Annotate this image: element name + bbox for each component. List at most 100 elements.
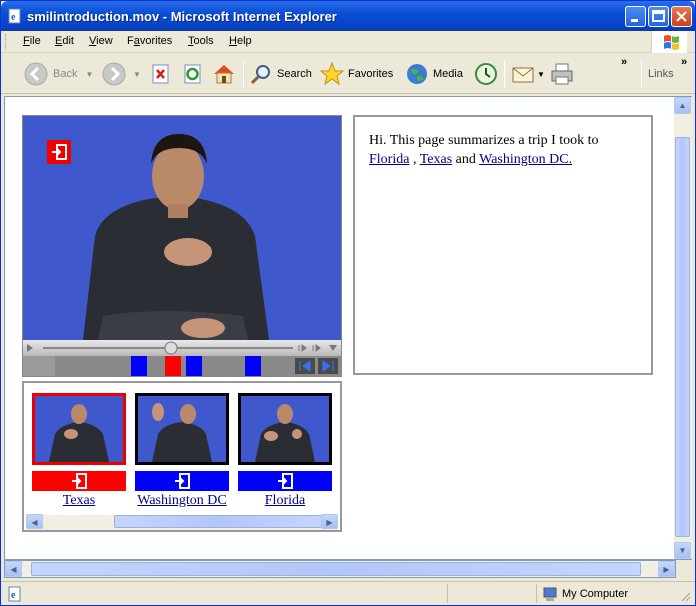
- page-status-icon: e: [8, 586, 21, 602]
- menu-bar: File Edit View Favorites Tools Help: [1, 31, 695, 53]
- star-icon: [319, 61, 345, 86]
- thumb-video-image: [241, 396, 329, 462]
- page-viewport: Hi. This page summarizes a trip I took t…: [4, 96, 676, 560]
- svg-text:e: e: [11, 12, 16, 23]
- menu-grip[interactable]: [5, 34, 8, 50]
- horizontal-scroll-thumb[interactable]: [31, 562, 641, 576]
- title-bar[interactable]: e smilintroduction.mov - Microsoft Inter…: [1, 1, 695, 31]
- history-button[interactable]: [473, 60, 499, 88]
- thumb-button-florida[interactable]: [238, 471, 332, 491]
- search-icon: [250, 65, 270, 85]
- status-bar: e My Computer: [1, 581, 695, 605]
- scroll-right-icon[interactable]: ▶: [321, 514, 338, 529]
- volume-menu-icon: [329, 345, 337, 351]
- toolbar-separator-3: [641, 60, 642, 88]
- favorites-button[interactable]: Favorites: [319, 60, 393, 88]
- menu-edit[interactable]: Edit: [55, 35, 74, 47]
- summary-panel: Hi. This page summarizes a trip I took t…: [353, 115, 653, 375]
- thumbnail-texas[interactable]: [32, 393, 126, 465]
- back-arrow-icon: [24, 62, 48, 86]
- minimize-icon: [631, 19, 638, 22]
- menu-favorites[interactable]: Favorites: [127, 35, 172, 47]
- and-text: and: [455, 152, 476, 167]
- frame-step-icon: [298, 344, 307, 352]
- window-title: smilintroduction.mov - Microsoft Interne…: [27, 9, 337, 24]
- vertical-scroll-thumb[interactable]: [675, 137, 690, 537]
- status-divider: [447, 584, 448, 603]
- windows-flag-icon: [664, 35, 679, 50]
- mail-button[interactable]: ▼: [511, 60, 545, 88]
- forward-arrow-icon: [102, 62, 126, 86]
- maximize-icon: [652, 10, 665, 22]
- printer-icon: [551, 63, 573, 85]
- print-button[interactable]: [549, 60, 575, 88]
- thumb-link-florida[interactable]: Florida: [230, 493, 340, 509]
- back-dropdown-icon[interactable]: ▼: [85, 70, 93, 79]
- media-label: Media: [433, 68, 463, 80]
- links-label[interactable]: Links: [648, 68, 674, 80]
- scroll-thumb[interactable]: [114, 515, 324, 528]
- close-button[interactable]: [671, 6, 692, 27]
- scroll-left-icon[interactable]: ◀: [26, 514, 43, 529]
- svg-text:e: e: [11, 590, 16, 601]
- zone-label: My Computer: [562, 588, 629, 600]
- media-button[interactable]: Media: [405, 60, 463, 88]
- chapter-markers: [23, 356, 341, 376]
- exit-red-icon[interactable]: [47, 140, 71, 164]
- favorites-label: Favorites: [348, 68, 394, 80]
- maximize-button[interactable]: [648, 6, 669, 27]
- thumb-link-washington-dc[interactable]: Washington DC: [127, 493, 237, 509]
- forward-dropdown-icon[interactable]: ▼: [133, 70, 141, 79]
- thumbnail-washington-dc[interactable]: [135, 393, 229, 465]
- intro-text: Hi. This page summarizes a trip I took t…: [369, 133, 599, 148]
- media-globe-icon: [407, 64, 427, 84]
- search-button[interactable]: Search: [249, 60, 312, 88]
- toolbar-separator-2: [504, 60, 505, 88]
- exit-icon: [278, 473, 293, 489]
- thumb-link-texas[interactable]: Texas: [24, 493, 134, 509]
- exit-icon: [175, 473, 190, 489]
- link-florida[interactable]: Florida: [369, 152, 409, 167]
- history-clock-icon: [475, 63, 497, 85]
- thumb-button-texas[interactable]: [32, 471, 126, 491]
- resize-grip-icon[interactable]: [681, 592, 691, 602]
- toolbar-chevron-icon[interactable]: »: [621, 56, 627, 68]
- vertical-scrollbar[interactable]: ▲ ▼: [674, 96, 692, 560]
- close-icon: [676, 11, 687, 22]
- frame-step-forward-icon: [312, 344, 321, 352]
- forward-button[interactable]: ▼: [101, 60, 141, 88]
- thumb-video-image: [138, 396, 226, 462]
- video-frame[interactable]: [23, 116, 341, 340]
- stop-button[interactable]: [149, 60, 173, 88]
- menu-file[interactable]: File: [23, 35, 41, 47]
- toolbar-separator: [243, 60, 244, 88]
- thumbnail-florida[interactable]: [238, 393, 332, 465]
- link-texas[interactable]: Texas: [420, 152, 452, 167]
- minimize-button[interactable]: [625, 6, 646, 27]
- menu-help[interactable]: Help: [229, 35, 252, 47]
- thumb-button-washington-dc[interactable]: [135, 471, 229, 491]
- refresh-button[interactable]: [181, 60, 205, 88]
- comma-text: ,: [412, 152, 417, 167]
- back-button[interactable]: Back ▼: [23, 60, 93, 88]
- links-chevron-icon[interactable]: »: [681, 56, 687, 68]
- seek-bar[interactable]: [23, 340, 341, 356]
- windows-logo: [651, 31, 687, 53]
- scroll-up-icon[interactable]: ▲: [674, 97, 691, 114]
- home-button[interactable]: [211, 60, 237, 88]
- browser-window: e smilintroduction.mov - Microsoft Inter…: [0, 0, 696, 606]
- thumbnail-scrollbar[interactable]: ◀ ▶: [26, 514, 338, 530]
- menu-view[interactable]: View: [89, 35, 113, 47]
- horizontal-scrollbar[interactable]: ◀ ▶: [4, 560, 676, 578]
- scroll-down-icon[interactable]: ▼: [674, 542, 691, 559]
- video-player: [22, 115, 342, 377]
- scroll-left-icon[interactable]: ◀: [5, 561, 22, 577]
- menu-tools[interactable]: Tools: [188, 35, 214, 47]
- back-label: Back: [53, 68, 78, 80]
- scroll-right-icon[interactable]: ▶: [658, 561, 675, 577]
- link-washington-dc[interactable]: Washington DC.: [479, 152, 572, 167]
- chapter-bar[interactable]: [23, 356, 341, 376]
- mail-dropdown-icon[interactable]: ▼: [537, 70, 545, 79]
- refresh-icon: [184, 64, 201, 84]
- ie-document-icon: e: [8, 8, 21, 24]
